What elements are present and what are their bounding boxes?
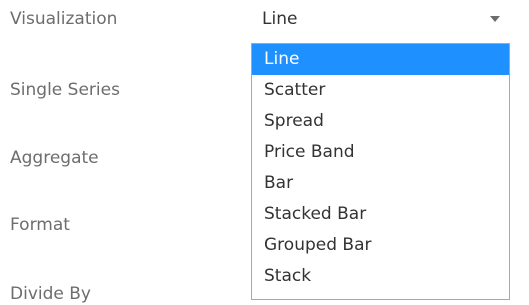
dropdown-option-line[interactable]: Line	[252, 44, 509, 75]
dropdown-option-stack[interactable]: Stack	[252, 261, 509, 292]
field-label-aggregate: Aggregate	[10, 148, 99, 168]
field-label-format: Format	[10, 215, 70, 235]
dropdown-option-bar[interactable]: Bar	[252, 168, 509, 199]
dropdown-option-scatter[interactable]: Scatter	[252, 75, 509, 106]
field-label-divide-by: Divide By	[10, 284, 91, 304]
dropdown-option-price-band[interactable]: Price Band	[252, 137, 509, 168]
dropdown-option-grouped-bar[interactable]: Grouped Bar	[252, 230, 509, 261]
visualization-select-value: Line	[262, 9, 298, 29]
dropdown-option-spread[interactable]: Spread	[252, 106, 509, 137]
visualization-dropdown-list: Line Scatter Spread Price Band Bar Stack…	[251, 43, 510, 300]
caret-down-icon[interactable]	[490, 16, 500, 22]
field-label-visualization: Visualization	[10, 9, 118, 29]
visualization-select[interactable]: Line	[250, 0, 529, 41]
field-label-single-series: Single Series	[10, 80, 120, 100]
dropdown-option-stacked-bar[interactable]: Stacked Bar	[252, 199, 509, 230]
